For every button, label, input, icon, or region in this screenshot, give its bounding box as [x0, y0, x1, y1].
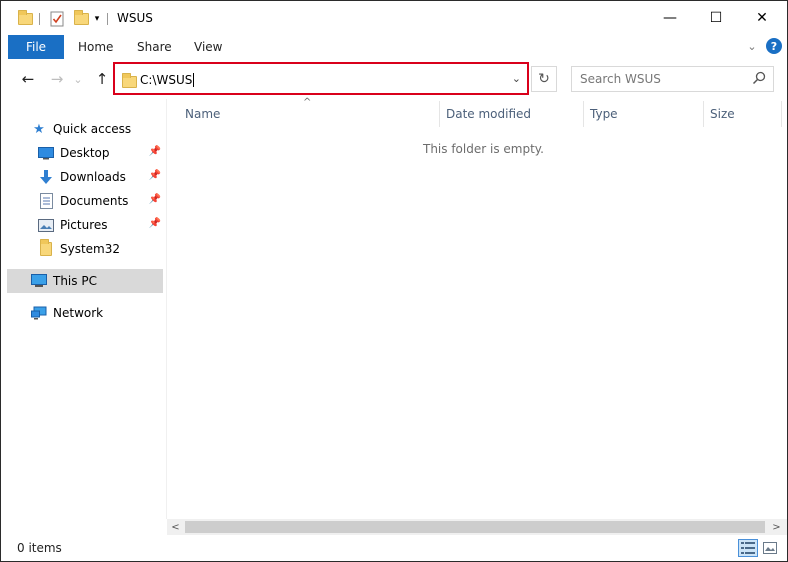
sort-indicator: ^ — [303, 97, 312, 108]
large-icons-view-icon[interactable] — [760, 539, 780, 557]
pin-icon[interactable]: 📌 — [149, 146, 161, 157]
navigation-bar: ← → ⌄ ↑ C:\WSUS ⌄ ↻ Search WSUS — [1, 59, 787, 99]
tab-file[interactable]: File — [8, 35, 64, 59]
star-icon: ★ — [33, 121, 45, 137]
pin-icon[interactable]: 📌 — [149, 194, 161, 205]
sidebar-item-label: Documents — [60, 194, 129, 208]
sidebar-item-system32[interactable]: System32 — [38, 237, 163, 261]
minimize-button[interactable]: — — [647, 1, 693, 35]
column-divider[interactable] — [583, 101, 584, 127]
sidebar-item-label: This PC — [53, 274, 97, 288]
scroll-left-icon[interactable]: < — [167, 519, 184, 535]
tab-share[interactable]: Share — [137, 35, 172, 59]
status-bar: 0 items — [1, 535, 787, 561]
ribbon-tabs: File Home Share View ⌄ ? — [1, 35, 787, 59]
new-folder-icon[interactable] — [71, 10, 91, 28]
search-input[interactable]: Search WSUS — [580, 72, 661, 86]
properties-icon[interactable] — [47, 10, 67, 28]
file-explorer-window: ▾ WSUS — ☐ ✕ File Home Share View ⌄ ? ← … — [0, 0, 788, 562]
sidebar-item-network[interactable]: Network — [31, 301, 161, 325]
folder-icon — [15, 10, 35, 28]
sidebar-item-label: Desktop — [60, 146, 110, 160]
sidebar-item-label: Downloads — [60, 170, 126, 184]
address-value[interactable]: C:\WSUS — [140, 73, 195, 87]
download-icon — [38, 169, 54, 185]
scroll-right-icon[interactable]: > — [768, 519, 785, 535]
tab-view[interactable]: View — [194, 35, 222, 59]
window-title: WSUS — [117, 11, 153, 25]
scrollbar-thumb[interactable] — [185, 521, 765, 533]
divider — [39, 13, 40, 25]
document-icon — [38, 193, 54, 209]
tab-home[interactable]: Home — [78, 35, 113, 59]
navigation-pane: ★ Quick access Desktop 📌 Downloads 📌 Doc… — [1, 99, 166, 531]
sidebar-item-label: System32 — [60, 242, 121, 256]
item-count: 0 items — [17, 541, 62, 555]
title-bar: ▾ WSUS — ☐ ✕ — [1, 1, 787, 35]
sidebar-item-this-pc[interactable]: This PC — [7, 269, 163, 293]
network-icon — [31, 305, 47, 321]
column-header-name[interactable]: Name — [185, 107, 220, 121]
column-divider[interactable] — [703, 101, 704, 127]
customize-toolbar-icon[interactable]: ▾ — [91, 10, 103, 28]
up-button[interactable]: ↑ — [91, 67, 113, 91]
sidebar-item-label: Quick access — [53, 122, 132, 136]
recent-locations-button[interactable]: ⌄ — [70, 67, 86, 91]
column-header-type[interactable]: Type — [590, 107, 618, 121]
pictures-icon — [38, 217, 54, 233]
empty-folder-message: This folder is empty. — [423, 142, 544, 156]
address-bar[interactable]: C:\WSUS ⌄ — [113, 62, 529, 95]
details-view-icon[interactable] — [738, 539, 758, 557]
pin-icon[interactable]: 📌 — [149, 218, 161, 229]
forward-button[interactable]: → — [46, 67, 68, 91]
sidebar-item-label: Pictures — [60, 218, 108, 232]
sidebar-item-documents[interactable]: Documents 📌 — [38, 189, 163, 213]
column-header-size[interactable]: Size — [710, 107, 735, 121]
sidebar-item-pictures[interactable]: Pictures 📌 — [38, 213, 163, 237]
sidebar-item-downloads[interactable]: Downloads 📌 — [38, 165, 163, 189]
horizontal-scrollbar[interactable]: < > — [167, 519, 787, 535]
chevron-down-icon[interactable]: ⌄ — [745, 39, 759, 53]
sidebar-item-quick-access[interactable]: ★ Quick access — [31, 117, 161, 141]
column-divider[interactable] — [439, 101, 440, 127]
desktop-icon — [38, 145, 54, 161]
sidebar-item-label: Network — [53, 306, 104, 320]
computer-icon — [31, 273, 47, 289]
column-header-date-modified[interactable]: Date modified — [446, 107, 531, 121]
close-button[interactable]: ✕ — [739, 1, 785, 35]
pin-icon[interactable]: 📌 — [149, 170, 161, 181]
refresh-button[interactable]: ↻ — [531, 66, 557, 92]
sidebar-item-desktop[interactable]: Desktop 📌 — [38, 141, 163, 165]
column-divider[interactable] — [781, 101, 782, 127]
help-icon[interactable]: ? — [766, 38, 782, 54]
chevron-down-icon[interactable]: ⌄ — [512, 72, 521, 85]
folder-icon — [38, 239, 54, 257]
file-list: ^ Name Date modified Type Size This fold… — [167, 97, 785, 519]
search-icon[interactable] — [752, 71, 766, 85]
search-box[interactable]: Search WSUS — [571, 66, 774, 92]
back-button[interactable]: ← — [17, 67, 39, 91]
maximize-button[interactable]: ☐ — [693, 1, 739, 35]
folder-icon — [122, 73, 137, 88]
divider — [107, 13, 108, 25]
